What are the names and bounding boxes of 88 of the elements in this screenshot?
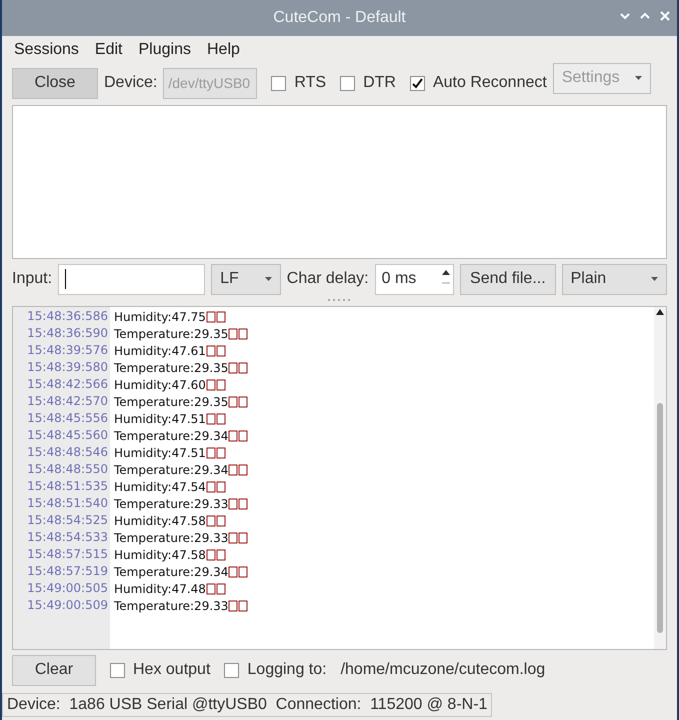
menu-item[interactable]: Edit	[86, 41, 130, 59]
timestamp: 15:48:39:580	[26, 359, 109, 376]
unprintable-char-icon	[228, 430, 248, 442]
unprintable-char-icon	[206, 446, 226, 458]
option-label: RTS	[294, 74, 326, 92]
hex-output-checkbox[interactable]	[110, 662, 125, 678]
timestamp: 15:49:00:505	[26, 580, 109, 597]
timestamp: 15:48:48:550	[26, 461, 109, 478]
unprintable-char-icon	[228, 396, 248, 408]
log-line: Temperature:29.33	[114, 598, 228, 612]
timestamp: 15:48:54:533	[26, 529, 109, 546]
logging-label: Logging to:	[247, 661, 327, 679]
log-line: Humidity:47.51	[114, 412, 206, 426]
unprintable-char-icon	[228, 532, 248, 544]
scrollbar[interactable]	[654, 307, 666, 649]
option-checkbox[interactable]	[410, 76, 425, 90]
log-line: Temperature:29.34	[114, 462, 228, 476]
hex-output-label: Hex output	[133, 661, 210, 679]
clear-button[interactable]: Clear	[12, 654, 96, 686]
close-button[interactable]: Close	[12, 68, 98, 98]
timestamp: 15:48:36:590	[26, 325, 109, 342]
timestamp: 15:48:39:576	[26, 342, 109, 359]
log-line: Humidity:47.60	[114, 378, 206, 392]
timestamp: 15:49:00:509	[26, 597, 109, 614]
log-path: /home/mcuzone/cutecom.log	[340, 661, 546, 679]
option-checkbox[interactable]	[340, 76, 356, 90]
timestamp: 15:48:36:586	[26, 308, 109, 325]
caret-icon	[634, 76, 642, 80]
menu-item[interactable]: Plugins	[130, 41, 199, 59]
line-end-dropdown[interactable]: LF	[211, 264, 281, 294]
unprintable-char-icon	[206, 548, 226, 560]
menu-item[interactable]: Sessions	[6, 41, 87, 59]
unprintable-char-icon	[206, 378, 226, 390]
log-line: Humidity:47.61	[114, 344, 206, 358]
unprintable-char-icon	[228, 328, 248, 340]
log-line: Humidity:47.51	[114, 446, 206, 460]
window-title: CuteCom - Default	[273, 9, 406, 27]
option-label: Auto Reconnect	[432, 74, 547, 92]
unprintable-char-icon	[228, 464, 248, 476]
option-checkbox[interactable]	[271, 76, 286, 90]
log-line: Temperature:29.34	[114, 564, 228, 578]
unprintable-char-icon	[228, 566, 248, 578]
timestamp: 15:48:57:515	[26, 546, 109, 563]
splitter-handle-icon[interactable]	[328, 299, 352, 302]
char-delay-spinbox[interactable]: 0 ms	[374, 264, 454, 294]
log-line: Humidity:47.48	[114, 582, 206, 596]
timestamp: 15:48:51:540	[26, 495, 109, 512]
caret-icon	[264, 277, 272, 281]
unprintable-char-icon	[206, 514, 226, 526]
timestamp: 15:48:42:566	[26, 376, 109, 393]
unprintable-char-icon	[206, 582, 226, 594]
log-line: Temperature:29.33	[114, 530, 228, 544]
timestamp: 15:48:51:535	[26, 478, 109, 495]
device-label: Device:	[104, 74, 158, 92]
log-line: Temperature:29.35	[114, 394, 228, 408]
unprintable-char-icon	[228, 498, 248, 510]
timestamp: 15:48:45:560	[26, 427, 109, 444]
char-delay-label: Char delay:	[286, 270, 369, 288]
input-label: Input:	[12, 270, 52, 288]
close-icon[interactable]	[659, 10, 671, 22]
log-line: Humidity:47.58	[114, 514, 206, 528]
status-bar: Device: 1a86 USB Serial @ttyUSB0 Connection: 115200 @ 8-N-1	[2, 693, 492, 717]
log-line: Temperature:29.35	[114, 360, 228, 374]
option-label: DTR	[363, 74, 396, 92]
timestamp: 15:48:57:519	[26, 563, 109, 580]
format-dropdown[interactable]: Plain	[562, 264, 667, 294]
unprintable-char-icon	[206, 310, 226, 322]
caret-icon	[651, 277, 658, 281]
log-line: Temperature:29.35	[114, 326, 228, 340]
log-line: Temperature:29.33	[114, 496, 228, 510]
timestamp: 15:48:45:556	[26, 410, 109, 427]
unprintable-char-icon	[206, 344, 226, 356]
logging-checkbox[interactable]	[224, 662, 240, 678]
unprintable-char-icon	[206, 412, 226, 424]
unprintable-char-icon	[228, 600, 248, 612]
log-line: Humidity:47.75	[114, 310, 206, 324]
log-line: Humidity:47.58	[114, 548, 206, 562]
menu-item[interactable]: Help	[198, 41, 248, 59]
unprintable-char-icon	[228, 362, 248, 374]
unprintable-char-icon	[206, 480, 226, 492]
scroll-up-icon[interactable]	[656, 309, 664, 315]
timestamp: 15:48:54:525	[26, 512, 109, 529]
log-line: Temperature:29.34	[114, 428, 228, 442]
log-line: Humidity:47.54	[114, 480, 206, 494]
timestamp: 15:48:48:546	[26, 444, 109, 461]
timestamp: 15:48:42:570	[26, 393, 109, 410]
send-file-button[interactable]: Send file...	[460, 264, 556, 294]
input-field[interactable]	[58, 264, 206, 294]
